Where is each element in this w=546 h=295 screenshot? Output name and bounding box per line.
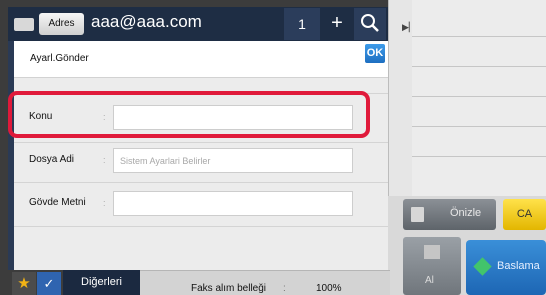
fax-memory-separator: : — [283, 283, 286, 294]
address-book-icon[interactable] — [14, 18, 34, 31]
favorite-star-icon[interactable]: ★ — [12, 272, 36, 295]
preview-button[interactable]: Önizle — [403, 199, 496, 230]
address-button[interactable]: Adres — [39, 13, 84, 35]
checkmark-icon[interactable]: ✓ — [37, 272, 61, 295]
search-icon[interactable] — [354, 8, 386, 40]
address-bar: Adres aaa@aaa.com 1 + — [8, 7, 388, 41]
ca-button[interactable]: CA — [503, 199, 546, 230]
bw-start-icon — [424, 245, 440, 259]
expand-arrow-icon[interactable]: ▶▏ — [402, 22, 416, 33]
preview-label: Önizle — [450, 207, 482, 219]
send-settings-dialog: Ayarl.Gönder OK Konu : Dosya Adi : Gövde… — [14, 41, 388, 270]
filename-input[interactable] — [113, 148, 353, 173]
start-button[interactable]: Baslama — [466, 240, 546, 295]
dialog-header: Ayarl.Gönder OK — [14, 41, 388, 78]
bw-start-button[interactable]: Al — [403, 237, 461, 295]
preview-icon — [411, 207, 424, 222]
subject-highlight-frame — [8, 91, 370, 138]
add-destination-button[interactable]: + — [322, 8, 352, 40]
row-separator — [14, 142, 388, 143]
destination-count: 1 — [284, 8, 320, 40]
destination-list — [412, 0, 546, 196]
dialog-title: Ayarl.Gönder — [30, 53, 89, 64]
list-divider — [412, 66, 546, 67]
filename-separator: : — [103, 155, 106, 165]
ok-button[interactable]: OK — [365, 44, 385, 63]
row-separator — [14, 182, 388, 183]
list-divider — [412, 156, 546, 157]
body-text-input[interactable] — [113, 191, 353, 216]
destination-address[interactable]: aaa@aaa.com — [91, 12, 202, 32]
list-divider — [412, 36, 546, 37]
fax-memory-label: Faks alım belleği — [191, 283, 267, 294]
start-label: Baslama — [497, 260, 540, 272]
filename-label: Dosya Adi — [29, 154, 75, 165]
bw-start-label: Al — [425, 275, 434, 286]
row-separator — [14, 226, 388, 227]
others-button[interactable]: Diğerleri — [63, 270, 140, 295]
list-divider — [412, 96, 546, 97]
start-icon — [473, 257, 492, 276]
fax-memory-value: 100% — [316, 283, 342, 294]
body-text-label: Gövde Metni — [29, 197, 86, 208]
body-text-separator: : — [103, 198, 106, 208]
list-divider — [412, 126, 546, 127]
